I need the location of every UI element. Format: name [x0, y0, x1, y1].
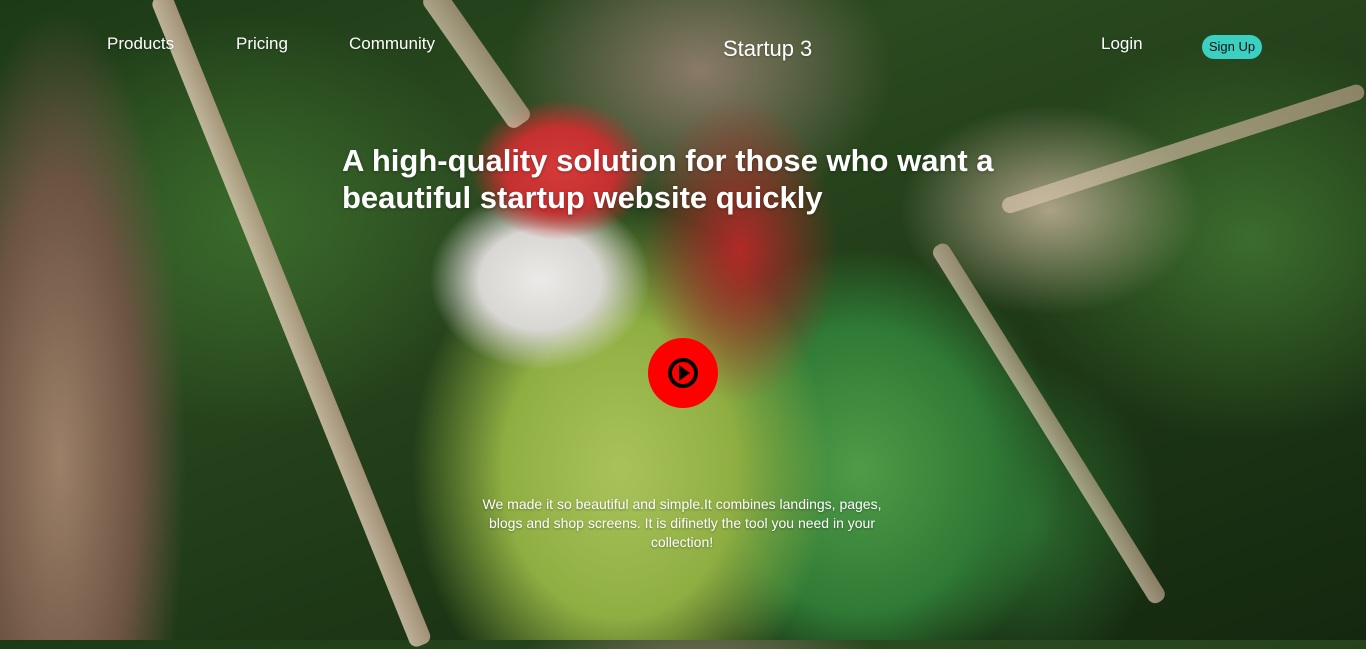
login-link[interactable]: Login	[1101, 34, 1143, 54]
brand-logo-text[interactable]: Startup 3	[723, 36, 812, 62]
branch-decoration	[1000, 82, 1366, 216]
play-video-button[interactable]	[648, 338, 718, 408]
signup-button[interactable]: Sign Up	[1202, 35, 1262, 59]
nav-link-products[interactable]: Products	[107, 34, 174, 54]
branch-decoration	[420, 0, 534, 132]
branch-decoration	[930, 240, 1168, 607]
nav-link-community[interactable]: Community	[349, 34, 435, 54]
play-icon	[668, 358, 698, 388]
branch-decoration	[150, 0, 433, 649]
hero-headline: A high-quality solution for those who wa…	[342, 143, 994, 215]
hero-description: We made it so beautiful and simple.It co…	[482, 496, 882, 550]
nav-link-pricing[interactable]: Pricing	[236, 34, 288, 54]
